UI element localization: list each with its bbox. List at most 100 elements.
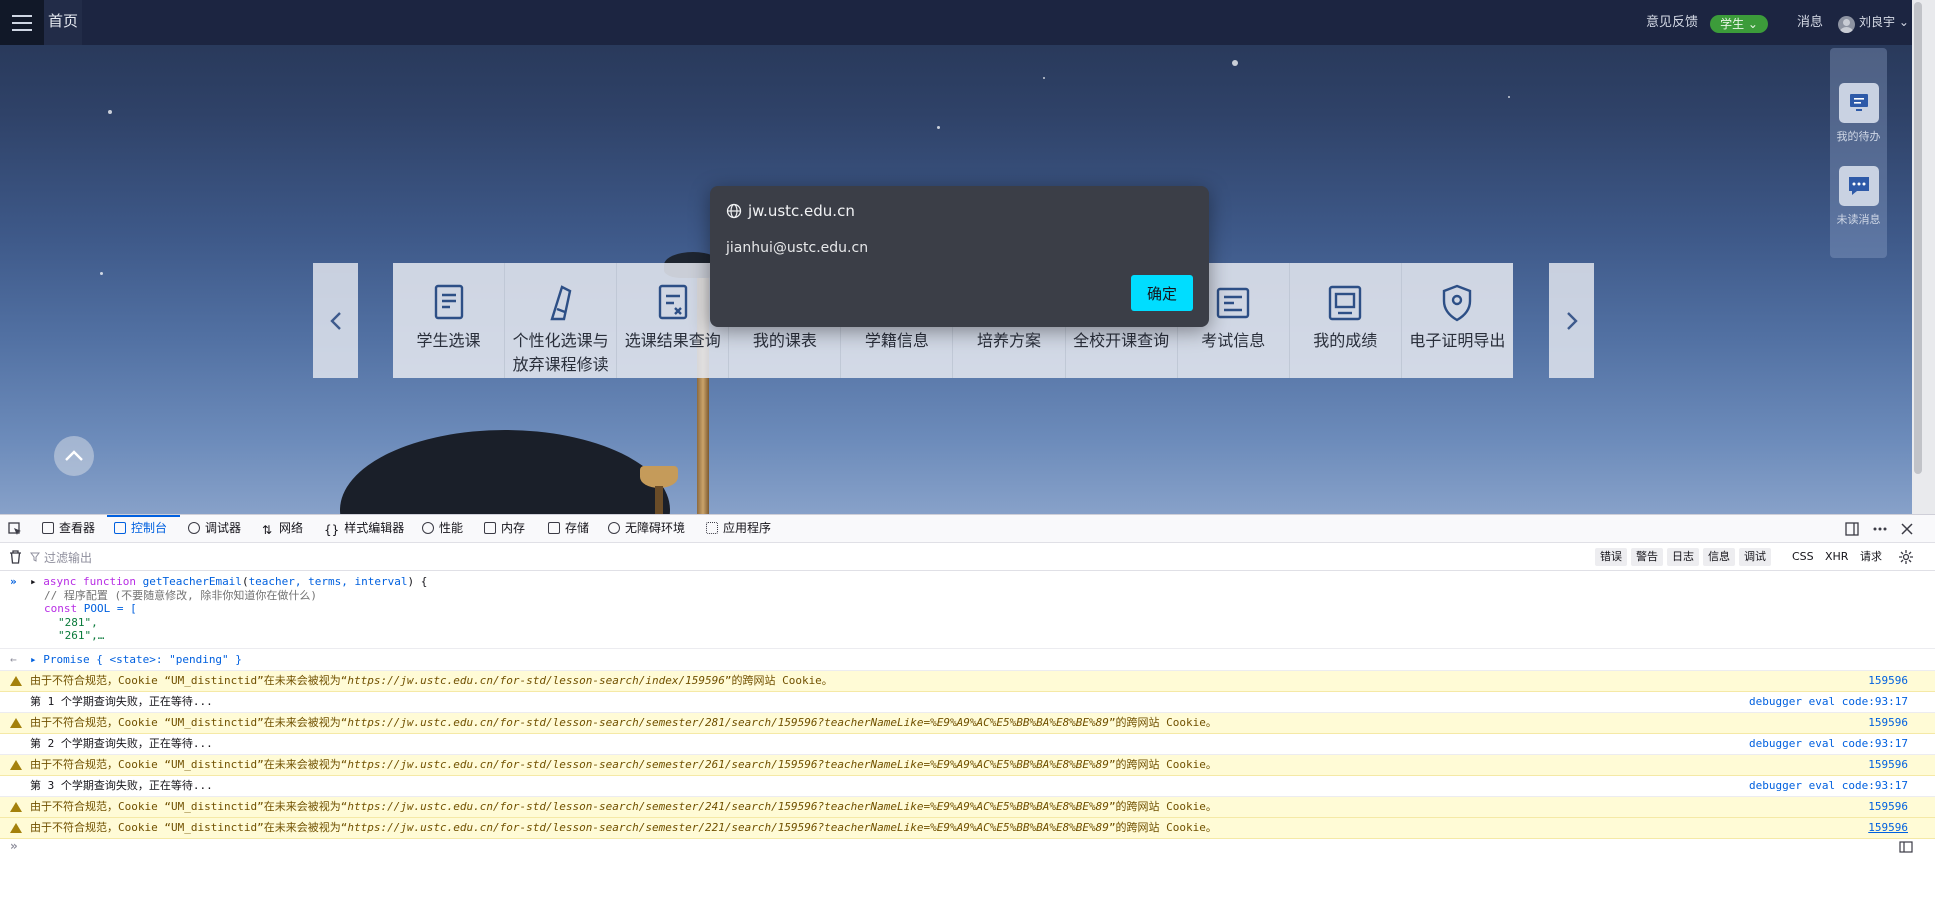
warning-url[interactable]: https://jw.ustc.edu.cn/for-std/lesson-se… — [347, 800, 1109, 813]
message-source-link[interactable]: 159596 — [1868, 797, 1908, 817]
tile-label: 全校开课查询 — [1073, 331, 1170, 350]
filter-input[interactable]: 过滤输出 — [44, 549, 92, 566]
console-log-row[interactable]: 第 2 个学期查询失败，正在等待... debugger eval code:93… — [0, 734, 1935, 755]
warning-suffix: ”的跨网站 Cookie。 — [1108, 716, 1217, 729]
console-warning-row[interactable]: 由于不符合规范，Cookie “UM_distinctid”在未来会被视为“ht… — [0, 713, 1935, 734]
filter-info[interactable]: 信息 — [1703, 548, 1735, 566]
element-picker-icon[interactable] — [8, 522, 22, 536]
tile-label: 培养方案 — [977, 331, 1042, 350]
star — [937, 126, 940, 129]
filter-requests[interactable]: 请求 — [1855, 548, 1887, 566]
filter-logs[interactable]: 日志 — [1667, 548, 1699, 566]
warning-url[interactable]: https://jw.ustc.edu.cn/for-std/lesson-se… — [347, 821, 1109, 834]
filter-xhr[interactable]: XHR — [1820, 548, 1853, 566]
carousel-next-button[interactable] — [1549, 263, 1594, 378]
star — [100, 272, 103, 275]
filter-css[interactable]: CSS — [1787, 548, 1819, 566]
role-switch-button[interactable]: 学生 ⌄ — [1710, 15, 1768, 33]
more-options-icon[interactable] — [1872, 522, 1888, 536]
tab-style-editor[interactable]: {} 样式编辑器 — [324, 515, 404, 542]
console-result-row[interactable]: ← ▸ Promise { <state>: "pending" } — [0, 649, 1935, 671]
console-warning-row[interactable]: 由于不符合规范，Cookie “UM_distinctid”在未来会被视为“ht… — [0, 755, 1935, 776]
tab-performance[interactable]: 性能 — [422, 515, 463, 542]
inspector-icon — [42, 522, 54, 534]
prompt-chevron-icon: » — [10, 575, 17, 588]
avatar[interactable] — [1838, 16, 1855, 33]
debugger-icon — [188, 522, 200, 534]
tile-label: 我的成绩 — [1313, 331, 1378, 350]
page-scrollbar-thumb[interactable] — [1914, 2, 1922, 474]
warning-suffix: ”的跨网站 Cookie。 — [1108, 758, 1217, 771]
message-source-link[interactable]: debugger eval code:93:17 — [1749, 692, 1908, 712]
tab-label: 内存 — [501, 521, 526, 535]
warning-suffix: ”的跨网站 Cookie。 — [1108, 821, 1217, 834]
tab-inspector[interactable]: 查看器 — [42, 515, 95, 542]
alert-dialog: jw.ustc.edu.cn jianhui@ustc.edu.cn 确定 — [710, 186, 1209, 327]
tab-network[interactable]: ⇅ 网络 — [262, 515, 303, 542]
menu-icon[interactable] — [0, 0, 44, 45]
result-query-icon — [658, 284, 687, 320]
warning-prefix: 由于不符合规范，Cookie “UM_distinctid”在未来会被视为“ — [30, 674, 348, 687]
tab-application[interactable]: 应用程序 — [706, 515, 771, 542]
editor-mode-icon[interactable] — [1899, 841, 1913, 853]
star — [1508, 96, 1510, 98]
tab-console[interactable]: 控制台 — [114, 515, 167, 542]
tree-silhouette — [340, 430, 670, 514]
log-text: 第 1 个学期查询失败，正在等待... — [30, 695, 213, 708]
log-text: 第 3 个学期查询失败，正在等待... — [30, 779, 213, 792]
message-source-link[interactable]: 159596 — [1868, 755, 1908, 775]
result-arrow-icon: ← — [10, 653, 17, 666]
warning-url[interactable]: https://jw.ustc.edu.cn/for-std/lesson-se… — [347, 674, 725, 687]
warning-icon — [10, 676, 22, 686]
code-string: "281", — [58, 615, 98, 629]
dock-side-icon[interactable] — [1845, 522, 1859, 536]
warning-url[interactable]: https://jw.ustc.edu.cn/for-std/lesson-se… — [347, 716, 1109, 729]
todo-label: 我的待办 — [1836, 130, 1881, 143]
console-warning-row[interactable]: 由于不符合规范，Cookie “UM_distinctid”在未来会被视为“ht… — [0, 671, 1935, 692]
tile-personalized[interactable]: 个性化选课与放弃课程修读 — [505, 263, 618, 378]
tab-label: 无障碍环境 — [625, 521, 686, 535]
unread-label: 未读消息 — [1836, 213, 1881, 226]
scroll-to-top-button[interactable] — [54, 436, 94, 476]
warning-url[interactable]: https://jw.ustc.edu.cn/for-std/lesson-se… — [347, 758, 1109, 771]
close-icon[interactable] — [1900, 522, 1914, 536]
message-source-link[interactable]: 159596 — [1868, 671, 1908, 691]
tab-label: 性能 — [439, 521, 464, 535]
tile-grades[interactable]: 我的成绩 — [1289, 263, 1402, 378]
tile-certificate[interactable]: 电子证明导出 — [1401, 263, 1513, 378]
carousel-prev-button[interactable] — [313, 263, 358, 378]
console-warning-row[interactable]: 由于不符合规范，Cookie “UM_distinctid”在未来会被视为“ht… — [0, 797, 1935, 818]
globe-icon — [726, 203, 742, 219]
tab-label: 调试器 — [205, 521, 242, 535]
trash-icon[interactable] — [9, 550, 22, 564]
devtools-toolbar: 查看器 控制台 调试器 ⇅ 网络 {} 样式编辑器 性能 内存 存储 无障碍环境 应… — [0, 515, 1935, 543]
tile-course-select[interactable]: 学生选课 — [393, 263, 506, 378]
tab-accessibility[interactable]: 无障碍环境 — [608, 515, 685, 542]
todo-button[interactable]: 我的待办 — [1830, 83, 1887, 144]
tile-label: 考试信息 — [1201, 331, 1266, 350]
certificate-icon — [1443, 284, 1472, 322]
messages-link[interactable]: 消息 — [1797, 0, 1823, 45]
message-source-link[interactable]: debugger eval code:93:17 — [1749, 776, 1908, 796]
console-log-row[interactable]: 第 3 个学期查询失败，正在等待... debugger eval code:93… — [0, 776, 1935, 797]
user-menu[interactable]: 刘良宇 ⌄ — [1859, 0, 1909, 45]
filter-debug[interactable]: 调试 — [1739, 548, 1771, 566]
console-input[interactable]: » — [0, 835, 1935, 861]
filter-errors[interactable]: 错误 — [1595, 548, 1627, 566]
tab-debugger[interactable]: 调试器 — [188, 515, 241, 542]
console-log-row[interactable]: 第 1 个学期查询失败，正在等待... debugger eval code:93… — [0, 692, 1935, 713]
tab-memory[interactable]: 内存 — [484, 515, 525, 542]
filter-warnings[interactable]: 警告 — [1631, 548, 1663, 566]
feedback-link[interactable]: 意见反馈 — [1646, 0, 1698, 45]
chevron-up-icon — [65, 450, 83, 461]
message-source-link[interactable]: debugger eval code:93:17 — [1749, 734, 1908, 754]
tab-label: 控制台 — [131, 521, 168, 535]
dialog-ok-button[interactable]: 确定 — [1131, 275, 1193, 311]
settings-gear-icon[interactable] — [1899, 550, 1913, 564]
home-tab[interactable]: 首页 — [44, 0, 82, 45]
tab-storage[interactable]: 存储 — [548, 515, 589, 542]
warning-text: 由于不符合规范，Cookie “UM_distinctid”在未来会被视为“ht… — [30, 674, 833, 687]
unread-messages-button[interactable]: 未读消息 — [1830, 166, 1887, 227]
warning-prefix: 由于不符合规范，Cookie “UM_distinctid”在未来会被视为“ — [30, 821, 348, 834]
message-source-link[interactable]: 159596 — [1868, 713, 1908, 733]
